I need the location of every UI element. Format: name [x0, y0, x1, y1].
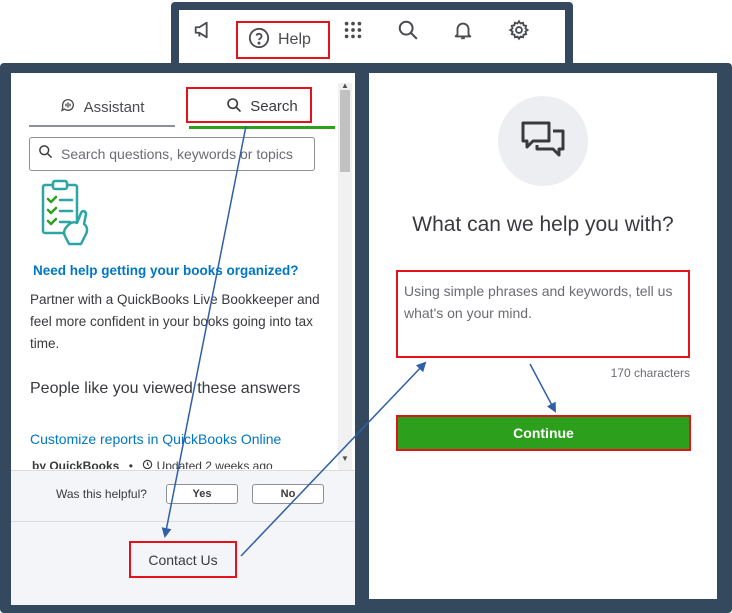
article-updated: Updated 2 weeks ago [156, 459, 273, 469]
assistant-chat-icon [60, 97, 76, 117]
scrollbar-thumb[interactable] [340, 90, 350, 172]
promo-title[interactable]: Need help getting your books organized? [33, 263, 299, 278]
bell-icon[interactable] [450, 17, 476, 43]
help-button[interactable]: Help [236, 21, 330, 59]
help-heading: What can we help you with? [412, 213, 674, 236]
help-label: Help [278, 31, 311, 48]
tab-assistant[interactable]: Assistant [29, 89, 175, 127]
character-count: 170 characters [610, 366, 690, 380]
search-input[interactable] [61, 146, 311, 162]
scroll-up-icon[interactable]: ▲ [341, 81, 349, 90]
article-link[interactable]: Customize reports in QuickBooks Online [30, 431, 281, 447]
contact-us-button[interactable]: Contact Us [129, 541, 237, 578]
meta-separator: • [128, 459, 133, 469]
help-icon [248, 27, 270, 54]
help-search-panel: Assistant Search Need help get [11, 73, 355, 605]
article-author: by QuickBooks [32, 459, 120, 469]
chat-icon-badge [498, 96, 588, 186]
search-tab-highlight [186, 87, 312, 123]
search-field[interactable] [29, 137, 315, 171]
continue-button[interactable]: Continue [396, 415, 691, 451]
megaphone-icon[interactable] [190, 17, 216, 43]
promo-body: Partner with a QuickBooks Live Bookkeepe… [30, 292, 320, 351]
tab-assistant-label: Assistant [83, 98, 145, 116]
feedback-no-button[interactable]: No [252, 484, 324, 504]
clipboard-checklist-icon [39, 179, 91, 251]
search-icon[interactable] [395, 17, 421, 43]
scroll-down-icon[interactable]: ▼ [341, 454, 349, 463]
feedback-question: Was this helpful? [56, 487, 147, 501]
chat-bubbles-icon [520, 119, 566, 164]
apps-grid-icon[interactable] [340, 17, 366, 43]
search-icon [38, 144, 53, 164]
feedback-bar: Was this helpful? Yes No [11, 470, 355, 522]
message-box[interactable] [396, 270, 690, 358]
people-viewed-heading: People like you viewed these answers [30, 380, 301, 397]
clock-icon [142, 459, 156, 469]
message-input[interactable] [404, 280, 682, 350]
gear-icon[interactable] [506, 17, 532, 43]
article-meta: by QuickBooks • Updated 2 weeks ago [32, 459, 273, 469]
feedback-yes-button[interactable]: Yes [166, 484, 238, 504]
